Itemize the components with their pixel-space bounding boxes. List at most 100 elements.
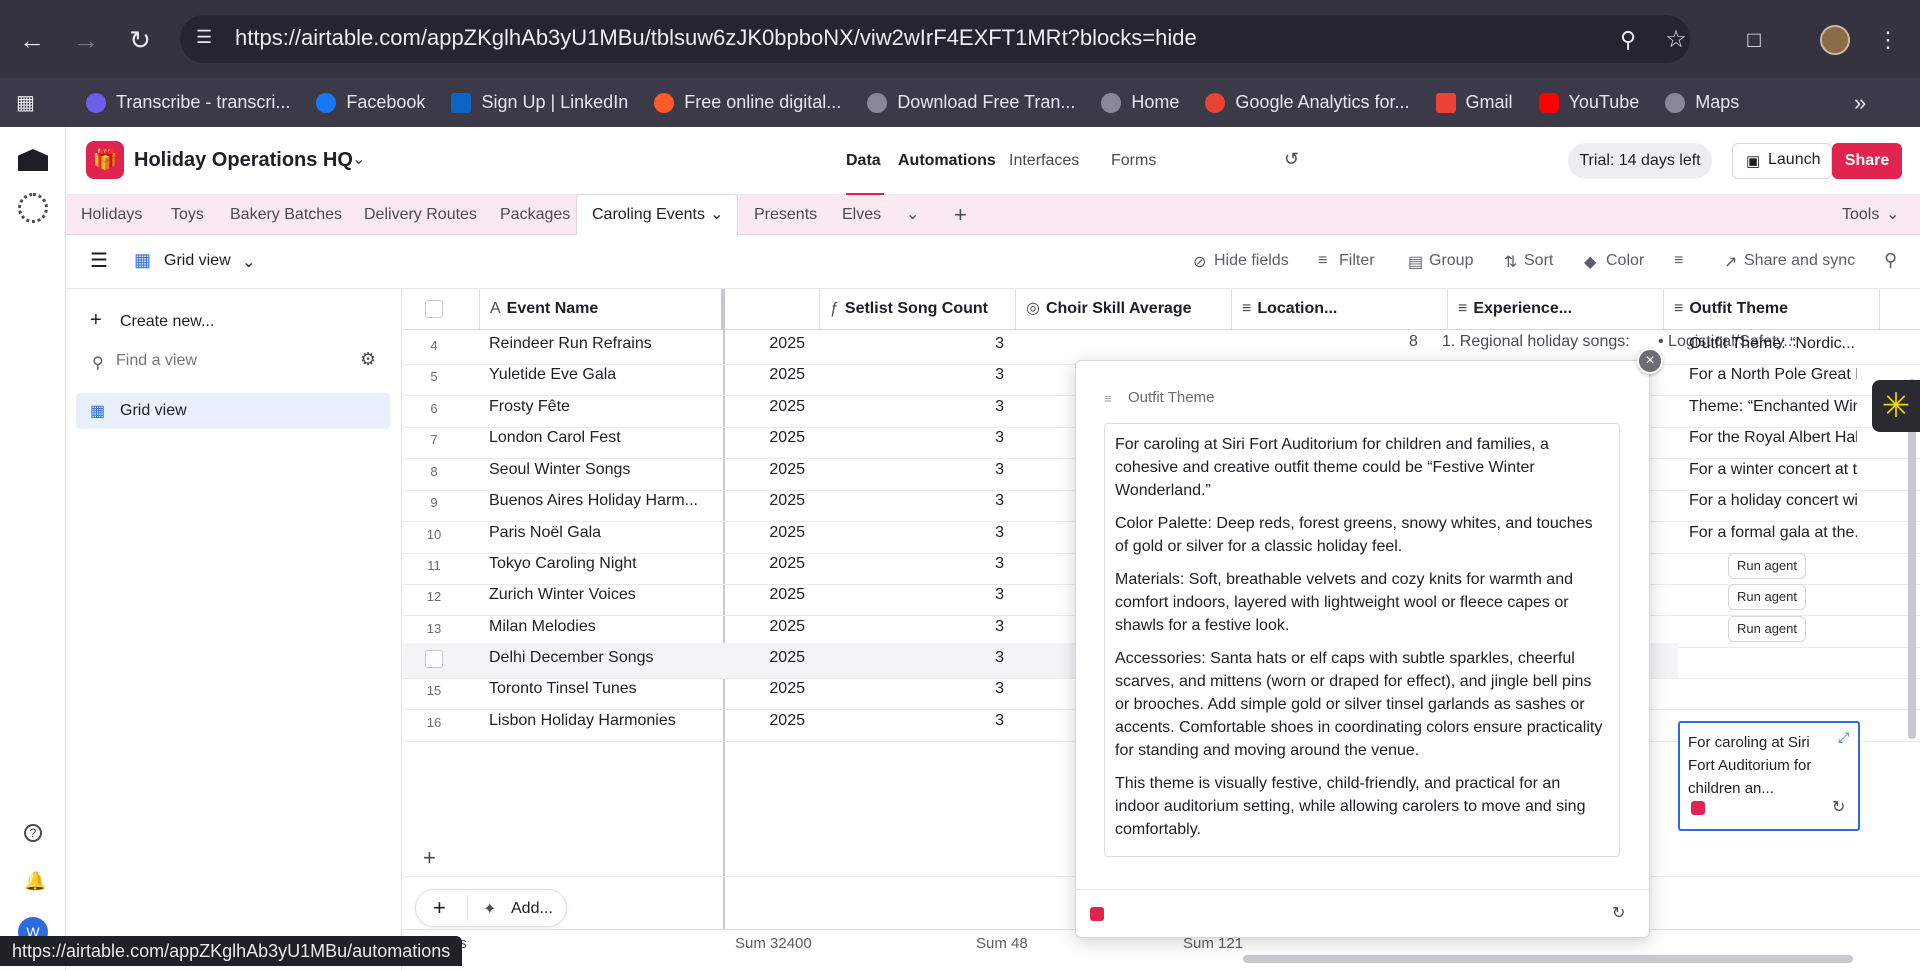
setlist-count-cell[interactable]: 3 [820,586,1004,604]
tools-menu[interactable]: Tools [1842,195,1879,235]
partial-skill-cell[interactable]: 8 [1409,333,1418,351]
back-icon[interactable]: ← [14,22,50,58]
close-icon[interactable]: × [1637,348,1663,374]
bookmark-gmail[interactable]: Gmail [1435,92,1513,113]
event-name-cell[interactable]: Yuletide Eve Gala [489,366,719,384]
event-name-cell[interactable]: Buenos Aires Holiday Harm... [489,492,719,510]
bookmark-google-analytics[interactable]: Google Analytics for... [1205,92,1410,113]
menu-icon[interactable]: ⋮ [1870,22,1906,58]
add-record-button[interactable]: + [433,895,446,921]
setlist-count-cell[interactable]: 3 [820,461,1004,479]
refresh-icon[interactable]: ↻ [1832,797,1845,817]
nav-automations[interactable]: Automations [898,152,996,170]
bookmark-home[interactable]: Home [1101,92,1179,113]
add-row-icon[interactable]: + [423,845,436,871]
year-cell[interactable]: 2025 [723,335,805,353]
event-name-cell[interactable]: Delhi December Songs [489,649,719,667]
history-icon[interactable]: ↺ [1284,149,1299,170]
year-cell[interactable]: 2025 [723,649,805,667]
forward-icon[interactable]: → [68,22,104,58]
nav-interfaces[interactable]: Interfaces [1009,152,1079,170]
year-cell[interactable]: 2025 [723,429,805,447]
ai-agent-icon[interactable] [1090,907,1104,921]
find-view-input[interactable] [116,347,346,375]
setlist-count-cell[interactable]: 3 [820,366,1004,384]
column-header-outfit-theme[interactable]: ≡ Outfit Theme [1664,289,1880,329]
setlist-count-cell[interactable]: 3 [820,492,1004,510]
event-name-cell[interactable]: Tokyo Caroling Night [489,555,719,573]
select-all-checkbox[interactable] [425,300,443,318]
chevron-down-icon[interactable]: ⌄ [1886,195,1899,235]
outfit-theme-cell[interactable]: For a formal gala at the... [1689,524,1857,542]
nav-data[interactable]: Data [846,152,881,170]
column-header-experience[interactable]: ≡ Experience... [1448,289,1664,329]
filter-button[interactable]: Filter [1339,252,1375,270]
sum-year[interactable]: Sum 32400 [735,935,812,952]
trial-badge[interactable]: Trial: 14 days left [1568,143,1712,179]
chevron-down-icon[interactable]: ⌄ [242,252,255,272]
bookmark-maps[interactable]: Maps [1665,92,1739,113]
help-icon[interactable]: ? [24,824,42,842]
nav-forms[interactable]: Forms [1111,152,1156,170]
bookmark-transcribe[interactable]: Transcribe - transcri... [86,92,290,113]
event-name-cell[interactable]: Milan Melodies [489,618,719,636]
event-name-cell[interactable]: Frosty Fête [489,398,719,416]
tab-holidays[interactable]: Holidays [81,195,142,235]
setlist-count-cell[interactable]: 3 [820,555,1004,573]
year-cell[interactable]: 2025 [723,492,805,510]
event-name-cell[interactable]: Paris Noël Gala [489,524,719,542]
outfit-theme-cell[interactable]: Outfit Theme: “Nordic... [1689,335,1857,353]
year-cell[interactable]: 2025 [723,524,805,542]
profile-avatar[interactable] [1820,25,1850,55]
outfit-theme-cell[interactable]: For the Royal Albert Hall's... [1689,429,1857,447]
bookmark-linkedin[interactable]: Sign Up | LinkedIn [451,92,628,113]
apps-grid-icon[interactable]: ▦ [16,90,40,114]
event-name-cell[interactable]: London Carol Fest [489,429,719,447]
outfit-theme-textbox[interactable]: For caroling at Siri Fort Auditorium for… [1104,423,1620,857]
year-cell[interactable]: 2025 [723,586,805,604]
year-cell[interactable]: 2025 [723,398,805,416]
tab-bakery-batches[interactable]: Bakery Batches [230,195,342,235]
base-gift-icon[interactable]: 🎁 [86,141,124,179]
gear-icon[interactable]: ⚙ [360,349,376,370]
group-button[interactable]: Group [1429,252,1473,270]
chevron-down-icon[interactable]: ⌄ [710,195,723,235]
setlist-count-cell[interactable]: 3 [820,618,1004,636]
column-header-year[interactable] [723,289,820,329]
site-info-icon[interactable]: ☰ [196,27,218,49]
selected-outfit-cell[interactable]: For caroling at Siri Fort Auditorium for… [1678,721,1860,831]
setlist-count-cell[interactable]: 3 [820,524,1004,542]
sidebar-toggle-icon[interactable]: ☰ [90,248,108,273]
event-name-cell[interactable]: Seoul Winter Songs [489,461,719,479]
chevron-down-icon[interactable]: ⌄ [352,149,365,169]
run-agent-button[interactable]: Run agent [1728,553,1806,579]
search-icon[interactable]: ⚲ [1610,22,1646,58]
bookmark-download[interactable]: Download Free Tran... [867,92,1075,113]
create-new-button[interactable]: Create new... [120,313,214,331]
vertical-scrollbar[interactable] [1908,379,1916,739]
view-name[interactable]: Grid view [164,252,231,270]
row-height-icon[interactable]: ≡ [1674,252,1683,270]
expand-icon[interactable]: ⤢ [1838,729,1849,746]
year-cell[interactable]: 2025 [723,680,805,698]
event-name-cell[interactable]: Lisbon Holiday Harmonies [489,712,719,730]
row-checkbox[interactable] [425,650,443,668]
bookmark-free-online[interactable]: Free online digital... [654,92,841,113]
extension-asterisk-icon[interactable]: ✳ [1872,380,1920,432]
color-button[interactable]: Color [1606,252,1644,270]
share-sync-button[interactable]: Share and sync [1744,252,1855,270]
airtable-logo-icon[interactable] [18,149,48,171]
event-name-cell[interactable]: Zurich Winter Voices [489,586,719,604]
column-header-event-name[interactable]: A Event Name [480,289,723,329]
year-cell[interactable]: 2025 [723,366,805,384]
outfit-theme-cell[interactable]: Theme: “Enchanted Winter... [1689,398,1857,416]
column-header-choir-skill-average[interactable]: ◎ Choir Skill Average [1016,289,1232,329]
url-text[interactable]: https://airtable.com/appZKglhAb3yU1MBu/t… [235,25,1197,51]
setlist-count-cell[interactable]: 3 [820,398,1004,416]
extensions-icon[interactable]: □ [1736,22,1772,58]
hide-fields-button[interactable]: Hide fields [1214,252,1289,270]
event-name-cell[interactable]: Reindeer Run Refrains [489,335,719,353]
partial-location-cell[interactable]: 1. Regional holiday songs: [1442,333,1642,351]
omni-icon[interactable] [18,193,48,223]
outfit-theme-cell[interactable]: For a North Pole Great Hal [1689,366,1857,384]
